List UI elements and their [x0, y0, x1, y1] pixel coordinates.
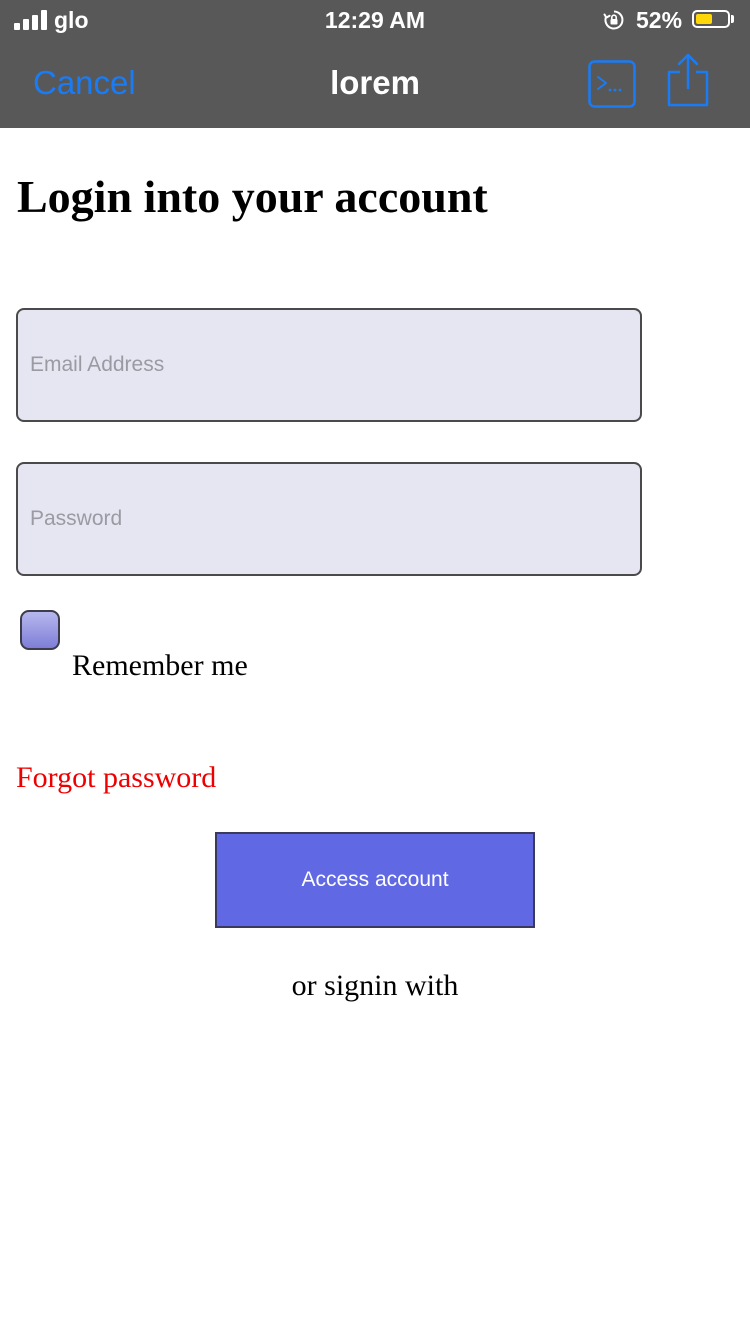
nav-title: lorem	[330, 64, 420, 101]
top-chrome: glo 12:29 AM 52% Cancel lorem	[0, 0, 750, 128]
share-icon[interactable]	[665, 52, 711, 108]
status-bar: glo 12:29 AM 52%	[0, 0, 750, 40]
email-field[interactable]	[16, 308, 642, 422]
battery-cap	[731, 15, 734, 23]
battery-percent: 52%	[636, 7, 683, 33]
battery-level	[696, 14, 712, 24]
page-title: Login into your account	[17, 171, 488, 222]
remember-me-checkbox[interactable]	[20, 610, 60, 650]
login-form: Login into your account Remember me Forg…	[0, 128, 750, 1334]
terminal-icon[interactable]	[588, 60, 636, 108]
login-screen: glo 12:29 AM 52% Cancel lorem Login into…	[0, 0, 750, 1334]
access-account-button[interactable]: Access account	[215, 832, 535, 928]
nav-bar: Cancel lorem	[0, 40, 750, 128]
rotation-lock-icon	[603, 10, 624, 30]
password-field[interactable]	[16, 462, 642, 576]
remember-me-label: Remember me	[72, 649, 248, 682]
battery-icon	[692, 10, 730, 28]
forgot-password-link[interactable]: Forgot password	[16, 761, 216, 795]
alt-signin-label: or signin with	[291, 969, 459, 1002]
